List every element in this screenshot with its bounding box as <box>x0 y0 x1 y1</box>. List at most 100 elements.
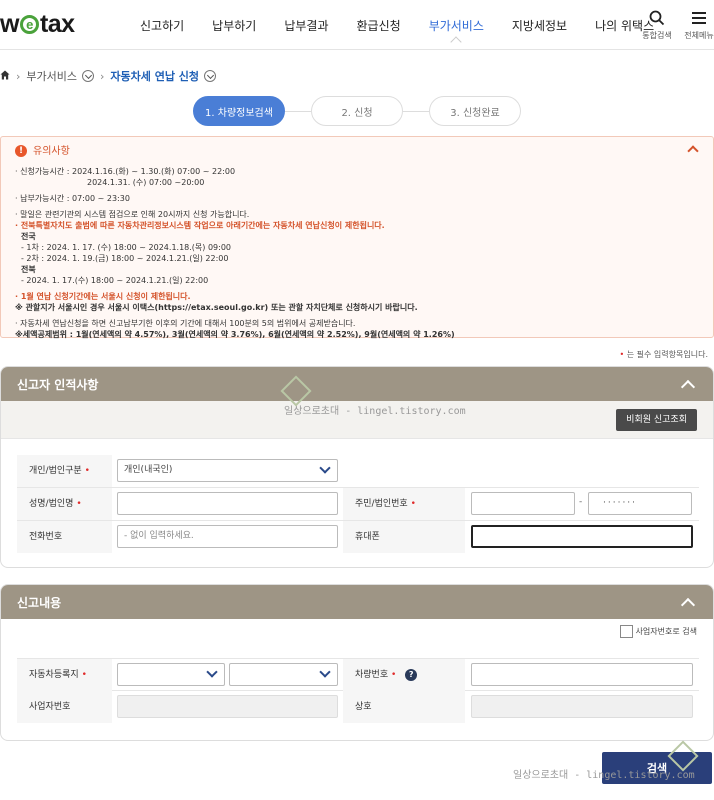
notice-title-text: 유의사항 <box>33 145 70 157</box>
notice-line: · 자동차세 연납신청을 하면 신고납부기한 이후의 기간에 대해서 100분의… <box>15 319 356 328</box>
nav-report[interactable]: 신고하기 <box>140 17 184 34</box>
label-text: 휴대폰 <box>355 532 380 542</box>
field-label: 차량번호 • ? <box>343 659 465 691</box>
notice-line: 2024.1.31. (수) 07:00 ~20:00 <box>87 178 205 187</box>
field-label: 자동차등록지 • <box>17 659 112 691</box>
notice-line: · 1월 연납 신청기간에는 서울시 신청이 제한됩니다. <box>15 292 191 301</box>
search-icon <box>640 10 674 30</box>
checkbox-label[interactable]: 사업자번호로 검색 <box>636 626 697 637</box>
section-toolbar: 사업자번호로 검색 <box>1 619 713 647</box>
notice-title: ! 유의사항 <box>15 145 699 157</box>
nav-payment-result[interactable]: 납부결과 <box>284 17 328 34</box>
notice-line: 전북 <box>21 265 36 274</box>
notice-line: - 1차 : 2024. 1. 17. (수) 18:00 ~ 2024.1.1… <box>21 243 231 252</box>
integrated-search-button[interactable]: 통합검색 <box>640 10 674 41</box>
rrn-dash: - <box>579 497 583 507</box>
chevron-down-icon <box>319 462 331 474</box>
rrn-back-input[interactable]: ······· <box>588 492 692 515</box>
notice-line: · 납부가능시간 : 07:00 ~ 23:30 <box>15 194 130 203</box>
name-input[interactable] <box>117 492 338 515</box>
wetax-logo[interactable]: w e tax <box>0 10 75 39</box>
watermark-text: 일상으로초대 - lingel.tistory.com <box>284 406 466 417</box>
rrn-front-input[interactable] <box>471 492 575 515</box>
nav-payment[interactable]: 납부하기 <box>212 17 256 34</box>
all-menu-button[interactable]: 전체메뉴 <box>684 10 714 41</box>
required-mark: • <box>84 466 90 476</box>
chevron-up-icon[interactable] <box>680 597 696 613</box>
logo-e-icon: e <box>19 15 39 34</box>
business-number-search-checkbox[interactable] <box>620 625 633 638</box>
reporter-info-section: 신고자 인적사항 비회원 신고조회 개인/법인구분 • 개인(내국인) 성명/법… <box>0 366 714 568</box>
company-name-input[interactable] <box>471 695 693 718</box>
required-mark: • <box>81 670 87 680</box>
field-label: 상호 <box>343 691 465 723</box>
chevron-down-icon[interactable] <box>204 70 217 82</box>
chevron-down-icon[interactable] <box>82 70 95 82</box>
required-note-text: 는 필수 입력항목입니다. <box>626 350 708 359</box>
logo-text-w: w <box>0 10 19 38</box>
breadcrumb-current[interactable]: 자동차세 연납 신청 <box>110 68 199 84</box>
label-text: 전화번호 <box>29 532 63 542</box>
label-text: 성명/법인명 <box>29 499 74 509</box>
menu-label: 전체메뉴 <box>684 31 714 40</box>
required-mark: • <box>391 670 397 680</box>
field-label: 성명/법인명 • <box>17 488 112 520</box>
step-complete: 3. 신청완료 <box>403 96 521 126</box>
breadcrumb-level1[interactable]: 부가서비스 <box>26 68 77 84</box>
nav-refund[interactable]: 환급신청 <box>357 17 401 34</box>
notice-line: · 신청가능시간 : 2024.1.16.(화) ~ 1.30.(화) 07:0… <box>15 167 236 176</box>
nav-local-tax-info[interactable]: 지방세정보 <box>512 17 567 34</box>
watermark-text: 일상으로초대 - lingel.tistory.com <box>513 770 695 781</box>
car-number-input[interactable] <box>471 663 693 686</box>
chevron-up-icon[interactable] <box>680 379 696 395</box>
form-row: 사업자번호 상호 <box>17 691 699 724</box>
notice-box: ! 유의사항 · 신청가능시간 : 2024.1.16.(화) ~ 1.30.(… <box>0 136 714 339</box>
notice-line: · 전북특별자치도 출범에 따른 자동차관리정보시스템 작업으로 아래기간에는 … <box>15 221 385 230</box>
field-label: 사업자번호 <box>17 691 112 723</box>
breadcrumb: › 부가서비스 › 자동차세 연납 신청 <box>0 68 217 84</box>
type-select-value: 개인(내국인) <box>124 465 173 475</box>
mobile-input[interactable] <box>471 525 693 548</box>
notice-line: 전국 <box>21 232 36 241</box>
section-header[interactable]: 신고내용 <box>1 585 713 619</box>
label-text: 자동차등록지 <box>29 670 79 680</box>
report-content-section: 신고내용 사업자번호로 검색 자동차등록지 • 차량번호 • ? 사업자번호 상… <box>0 584 714 741</box>
form-row: 성명/법인명 • 주민/법인번호 • - ······· <box>17 488 699 521</box>
breadcrumb-separator-icon: › <box>100 69 105 83</box>
label-text: 개인/법인구분 <box>29 466 82 476</box>
type-select[interactable]: 개인(내국인) <box>117 459 338 482</box>
form-row: 개인/법인구분 • 개인(내국인) <box>17 455 699 488</box>
hamburger-menu-icon <box>684 10 714 30</box>
chevron-down-icon <box>319 666 331 678</box>
required-mark: • <box>410 499 416 509</box>
help-icon[interactable]: ? <box>405 669 418 681</box>
field-label: 개인/법인구분 • <box>17 455 112 487</box>
nav-additional-service[interactable]: 부가서비스 <box>429 17 484 34</box>
warning-icon: ! <box>15 145 27 157</box>
section-header[interactable]: 신고자 인적사항 <box>1 367 713 401</box>
section-title: 신고자 인적사항 <box>17 377 99 392</box>
notice-line: - 2024. 1. 17.(수) 18:00 ~ 2024.1.21.(일) … <box>21 276 209 285</box>
label-text: 상호 <box>355 702 372 712</box>
step-vehicle-search: 1. 차량정보검색 <box>193 96 285 126</box>
region-district-select[interactable] <box>229 663 338 686</box>
region-city-select[interactable] <box>117 663 225 686</box>
label-text: 사업자번호 <box>29 702 71 712</box>
business-number-input[interactable] <box>117 695 338 718</box>
progress-steps: 1. 차량정보검색 2. 신청 3. 신청완료 <box>193 96 547 126</box>
phone-input[interactable]: - 없이 입력하세요. <box>117 525 338 548</box>
field-label: 주민/법인번호 • <box>343 488 465 520</box>
notice-line: ※세액공제범위 : 1월(연세액의 약 4.57%), 3월(연세액의 약 3.… <box>15 330 455 339</box>
breadcrumb-separator-icon: › <box>16 69 21 83</box>
search-label: 통합검색 <box>642 31 672 40</box>
required-mark: • <box>619 350 625 359</box>
home-icon[interactable] <box>0 70 10 83</box>
non-member-lookup-button[interactable]: 비회원 신고조회 <box>616 409 697 431</box>
required-note: • 는 필수 입력항목입니다. <box>620 349 709 360</box>
chevron-down-icon <box>206 666 218 678</box>
form-row: 전화번호 - 없이 입력하세요. 휴대폰 <box>17 521 699 554</box>
notice-line: ※ 관할지가 서울시인 경우 서울시 이택스(https://etax.seou… <box>15 303 418 312</box>
logo-text-tax: tax <box>39 10 75 38</box>
header: w e tax 신고하기 납부하기 납부결과 환급신청 부가서비스 지방세정보 … <box>0 0 714 50</box>
section-title: 신고내용 <box>17 595 62 610</box>
